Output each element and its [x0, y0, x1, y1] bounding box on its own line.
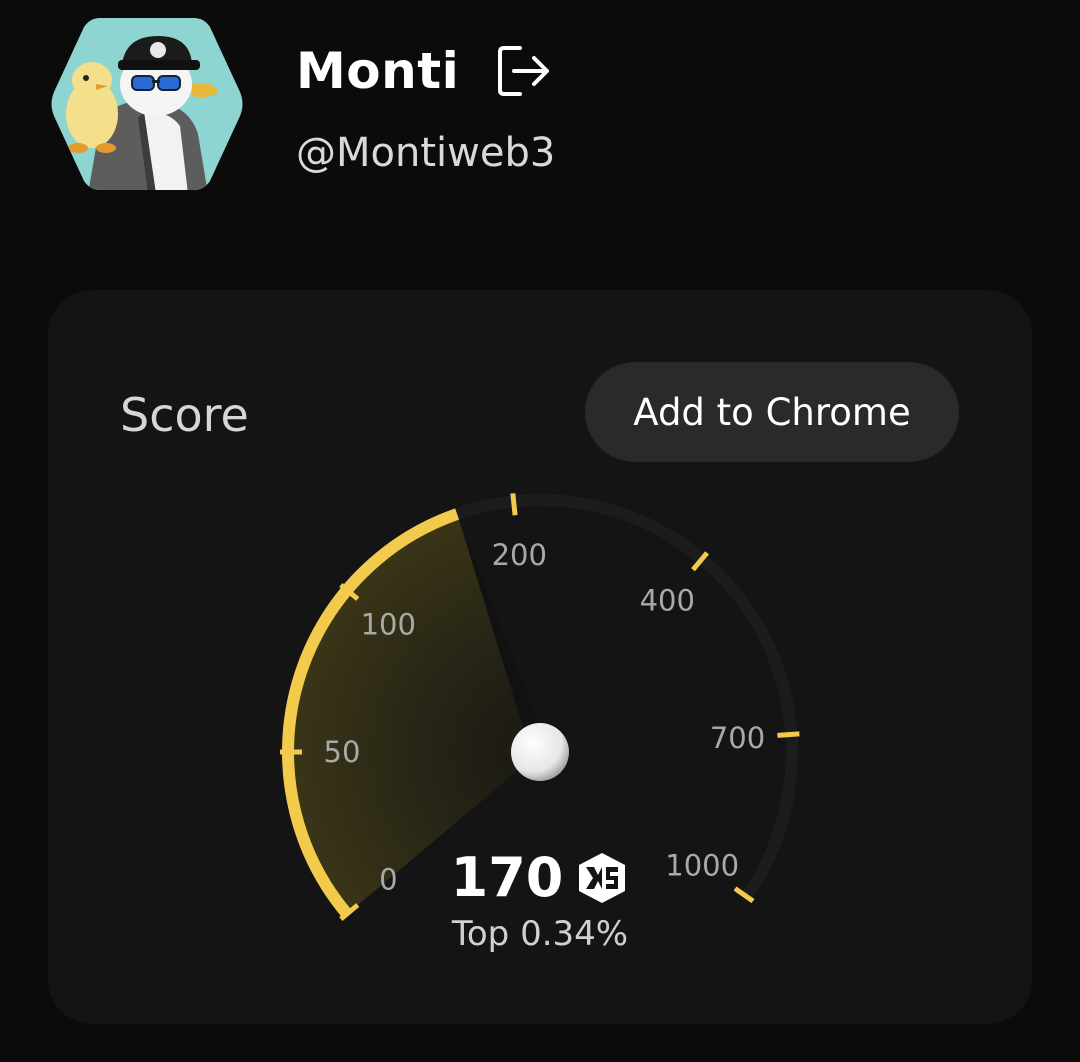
- score-card: Score Add to Chrome 0 50 100 200 400 700 1000 …: [48, 290, 1032, 1024]
- profile-avatar[interactable]: [48, 14, 246, 194]
- score-value: 170: [450, 846, 564, 909]
- gauge-tick-label-700: 700: [710, 721, 765, 755]
- logout-button[interactable]: [495, 42, 553, 100]
- xs-logo-icon: [579, 852, 626, 903]
- gauge-tick-label-200: 200: [492, 538, 547, 572]
- rank-text: Top 0.34%: [451, 914, 629, 954]
- profile-handle: @Montiweb3: [296, 130, 556, 176]
- gauge-tick-label-50: 50: [324, 735, 361, 769]
- gauge-tick-700: [777, 731, 800, 738]
- gauge-tick-label-100: 100: [361, 608, 416, 642]
- name-row: Monti: [296, 38, 553, 104]
- profile-header: Monti @Montiweb3: [0, 0, 1080, 230]
- profile-name: Monti: [296, 42, 460, 100]
- penguin-avatar-icon: [51, 18, 243, 190]
- gauge-tick-label-400: 400: [640, 583, 695, 617]
- score-value-row: 170: [48, 846, 1032, 909]
- gauge-hub: [511, 723, 569, 781]
- gauge-tick-200: [510, 493, 518, 516]
- logout-icon: [498, 46, 550, 96]
